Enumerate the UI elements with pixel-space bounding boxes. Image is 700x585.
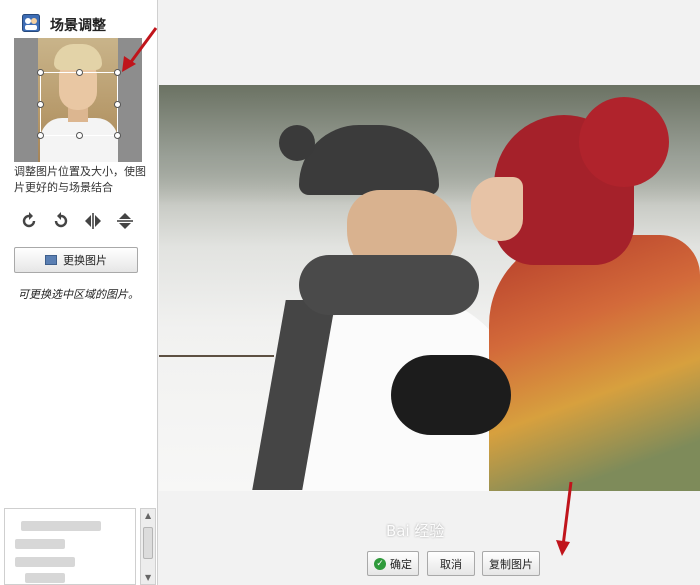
list-item[interactable] (25, 573, 65, 583)
cancel-label: 取消 (440, 557, 462, 571)
canvas-area (159, 0, 700, 585)
scroll-down-icon[interactable]: ▼ (145, 573, 151, 582)
left-panel: 场景调整 调整图片位置及大小，使图片更好的与场景结合 更换图片 可更换选中区域的… (0, 0, 158, 585)
baidu-watermark: Bai 经验 (386, 522, 445, 540)
resize-handle-bl[interactable] (37, 132, 44, 139)
list-item[interactable] (15, 539, 65, 549)
girl-hat-pompom (579, 97, 669, 187)
list-item[interactable] (21, 521, 101, 531)
rotate-left-icon[interactable] (18, 210, 40, 232)
cancel-button[interactable]: 取消 (427, 551, 475, 576)
girl-sweater (489, 235, 700, 491)
scene-adjust-window: 场景调整 调整图片位置及大小，使图片更好的与场景结合 更换图片 可更换选中区域的… (0, 0, 700, 585)
black-glove (391, 355, 511, 435)
scroll-thumb[interactable] (143, 527, 153, 559)
scene-list[interactable] (4, 508, 136, 585)
list-item[interactable] (15, 557, 75, 567)
image-preview[interactable] (14, 38, 142, 162)
ok-label: 确定 (390, 557, 412, 571)
check-icon: ✓ (374, 557, 386, 570)
branch (159, 355, 274, 357)
scene-image[interactable] (159, 85, 700, 491)
copy-image-button[interactable]: 复制图片 (482, 551, 540, 576)
handwritten-note: 可更换选中区域的图片。 (18, 288, 139, 301)
transform-toolbar (14, 210, 144, 232)
ok-button[interactable]: ✓ 确定 (367, 551, 419, 576)
image-icon (45, 255, 57, 265)
girl-face (471, 177, 523, 241)
hat-pompom (279, 125, 315, 161)
resize-handle-mr[interactable] (114, 101, 121, 108)
flip-vertical-icon[interactable] (114, 210, 136, 232)
panel-header: 场景调整 (0, 0, 158, 36)
copy-image-label: 复制图片 (489, 557, 533, 571)
scroll-up-icon[interactable]: ▲ (145, 511, 151, 520)
scene-app-icon (22, 14, 40, 32)
resize-handle-bm[interactable] (76, 132, 83, 139)
portrait-hair (54, 44, 102, 70)
panel-title: 场景调整 (50, 18, 106, 34)
resize-handle-br[interactable] (114, 132, 121, 139)
scarf (299, 255, 479, 315)
selection-box[interactable] (37, 69, 121, 139)
resize-handle-tl[interactable] (37, 69, 44, 76)
replace-image-label: 更换图片 (63, 254, 107, 267)
resize-handle-tr[interactable] (114, 69, 121, 76)
replace-image-button[interactable]: 更换图片 (14, 247, 138, 273)
flip-horizontal-icon[interactable] (82, 210, 104, 232)
resize-handle-ml[interactable] (37, 101, 44, 108)
resize-handle-tm[interactable] (76, 69, 83, 76)
scene-list-scrollbar[interactable]: ▲ ▼ (140, 508, 156, 585)
rotate-right-icon[interactable] (50, 210, 72, 232)
adjust-hint-text: 调整图片位置及大小，使图片更好的与场景结合 (14, 165, 146, 194)
